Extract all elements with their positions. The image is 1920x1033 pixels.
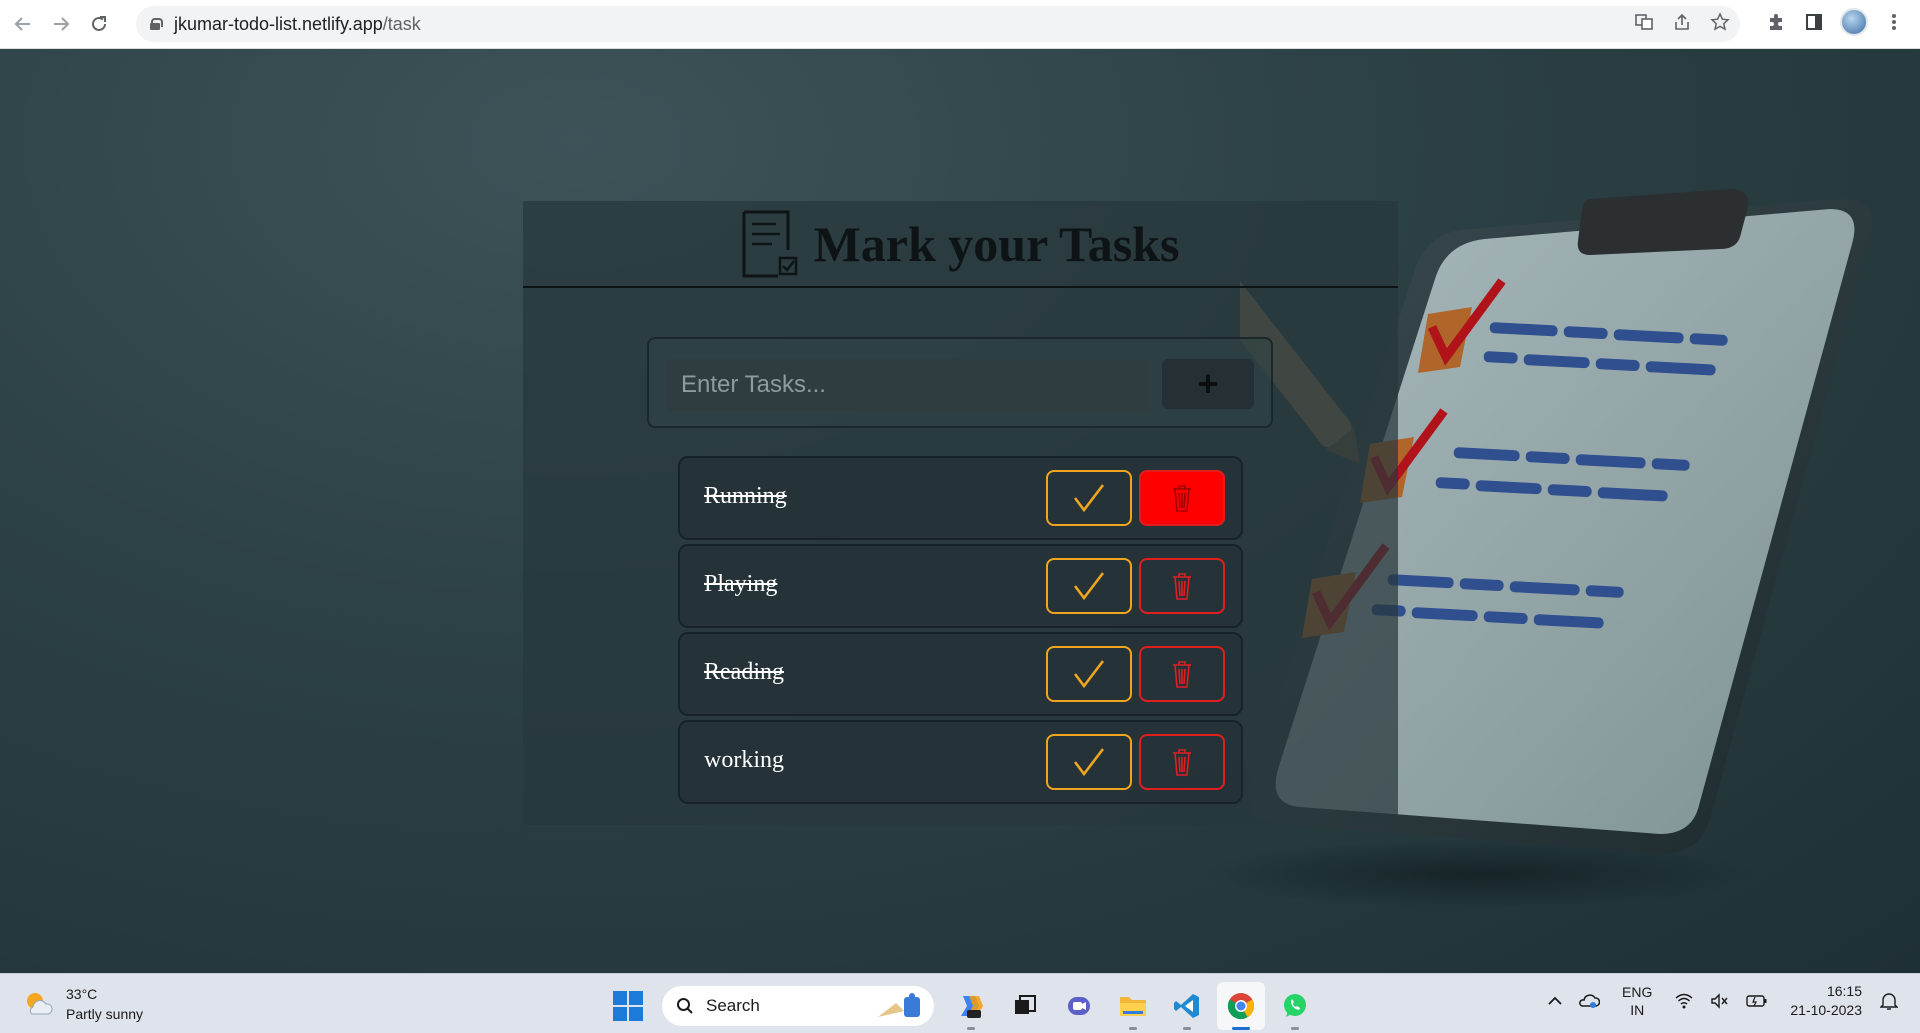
start-button[interactable] [606, 984, 650, 1028]
menu-kebab-icon[interactable] [1882, 10, 1906, 34]
trash-icon [1173, 573, 1191, 600]
onedrive-cloud-icon[interactable] [1578, 992, 1601, 1010]
weather-desc: Partly sunny [66, 1006, 144, 1022]
volume-muted-icon[interactable] [1710, 993, 1730, 1009]
vscode-icon[interactable] [1163, 982, 1211, 1030]
complete-task-button[interactable] [1046, 734, 1132, 790]
whatsapp-icon[interactable] [1271, 982, 1319, 1030]
chevron-up-icon[interactable] [1548, 996, 1562, 1006]
task-label: Reading [704, 659, 784, 685]
task-item: Running [678, 456, 1243, 540]
task-input-form: + [647, 337, 1273, 428]
trash-icon [1173, 661, 1191, 688]
checkmark-icon [1073, 748, 1105, 777]
weather-widget[interactable]: 33°C Partly sunny [22, 984, 143, 1024]
task-list: Running Playing Reading working [678, 456, 1243, 808]
bookmark-star-icon[interactable] [1708, 10, 1732, 34]
side-panel-icon[interactable] [1802, 10, 1826, 34]
teams-chat-icon[interactable] [1055, 982, 1103, 1030]
complete-task-button[interactable] [1046, 470, 1132, 526]
taskbar-search[interactable]: Search [662, 986, 934, 1026]
search-icon [677, 998, 693, 1014]
task-input[interactable] [667, 359, 1149, 411]
panel-header: Mark your Tasks [523, 201, 1398, 288]
delete-task-button[interactable] [1139, 646, 1225, 702]
page-title: Mark your Tasks [813, 215, 1180, 272]
language-indicator[interactable]: ENG IN [1622, 983, 1652, 1019]
copilot-app-icon[interactable] [947, 982, 995, 1030]
system-tray: ENG IN 16:15 21-10-2023 [1540, 982, 1906, 1020]
add-task-button[interactable]: + [1162, 359, 1254, 409]
task-label: Playing [704, 571, 778, 597]
checkmark-icon [1073, 484, 1105, 513]
task-view-icon[interactable] [1001, 982, 1049, 1030]
page-background: Mark your Tasks + Running Playing [0, 49, 1920, 973]
partly-sunny-icon [27, 993, 53, 1015]
taskbar: 33°C Partly sunny Search ENG IN 16:15 21… [0, 973, 1920, 1033]
checkmark-icon [1073, 660, 1105, 689]
clock[interactable]: 16:15 21-10-2023 [1790, 982, 1862, 1020]
checklist-document-icon [742, 210, 797, 277]
chrome-app-icon[interactable] [1217, 982, 1265, 1030]
task-item: working [678, 720, 1243, 804]
checkmark-icon [1073, 572, 1105, 601]
clock-time: 16:15 [1826, 983, 1862, 999]
complete-task-button[interactable] [1046, 646, 1132, 702]
search-highlight-icon [878, 993, 920, 1017]
complete-task-button[interactable] [1046, 558, 1132, 614]
extensions-icon[interactable] [1764, 10, 1788, 34]
search-label: Search [706, 996, 760, 1015]
profile-avatar[interactable] [1840, 8, 1868, 36]
url-text: jkumar-todo-list.netlify.app/task [174, 13, 421, 34]
trash-icon [1173, 749, 1191, 776]
task-label: Running [704, 483, 787, 509]
notification-bell-icon[interactable] [1880, 991, 1898, 1011]
delete-task-button[interactable] [1139, 558, 1225, 614]
delete-task-button[interactable] [1139, 470, 1225, 526]
battery-icon[interactable] [1746, 994, 1768, 1008]
translate-icon[interactable] [1632, 10, 1656, 34]
address-bar[interactable]: jkumar-todo-list.netlify.app/task [136, 6, 1740, 42]
task-label: working [704, 747, 784, 773]
file-explorer-icon[interactable] [1109, 982, 1157, 1030]
task-item: Playing [678, 544, 1243, 628]
share-icon[interactable] [1670, 10, 1694, 34]
todo-panel: Mark your Tasks + Running Playing [523, 201, 1398, 825]
task-item: Reading [678, 632, 1243, 716]
reload-icon[interactable] [84, 9, 114, 39]
weather-temp: 33°C [66, 986, 98, 1002]
trash-icon [1173, 485, 1191, 512]
forward-icon[interactable] [46, 9, 76, 39]
lock-icon [150, 18, 163, 30]
browser-toolbar: jkumar-todo-list.netlify.app/task [0, 0, 1920, 49]
clock-date: 21-10-2023 [1790, 1002, 1862, 1018]
delete-task-button[interactable] [1139, 734, 1225, 790]
back-icon[interactable] [8, 9, 38, 39]
wifi-icon[interactable] [1674, 993, 1694, 1009]
